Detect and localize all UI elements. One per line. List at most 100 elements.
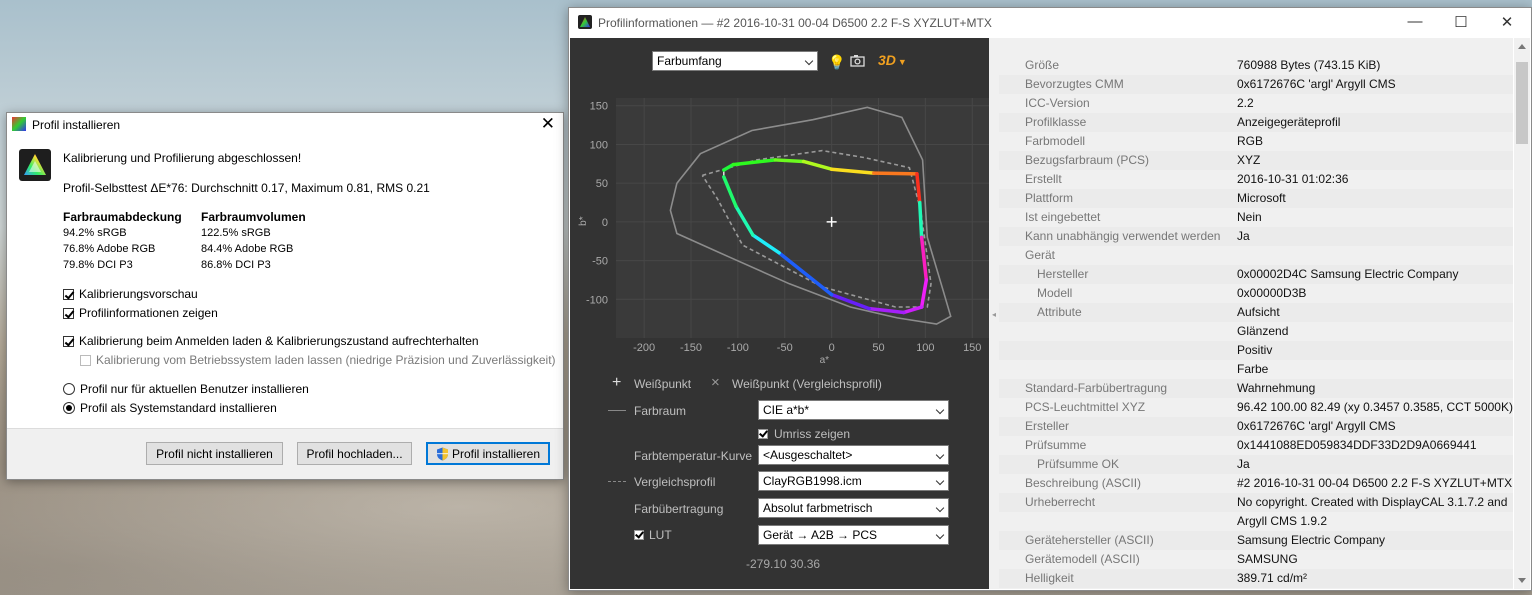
info-row: Größe 760988 Bytes (743.15 KiB) [999, 56, 1513, 75]
reference-profile-value: ClayRGB1998.icm [763, 474, 862, 488]
reference-profile-select[interactable]: ClayRGB1998.icm [758, 471, 949, 491]
chevron-down-icon [935, 530, 945, 540]
info-value: SAMSUNG [1237, 552, 1298, 566]
3d-view-icon[interactable]: 3D ▼ [878, 52, 907, 68]
checkbox-box[interactable] [63, 288, 74, 300]
whitepoint-ref-marker-icon: × [711, 374, 720, 391]
window-title: Profilinformationen — #2 2016-10-31 00-0… [598, 16, 992, 30]
info-key: Bevorzugtes CMM [1025, 77, 1124, 91]
cct-curve-select[interactable]: <Ausgeschaltet> [758, 445, 949, 465]
x-tick-label: -50 [777, 342, 793, 354]
camera-icon[interactable] [850, 54, 865, 70]
info-key: Gerätemodell (ASCII) [1025, 552, 1140, 566]
info-value: 2016-10-31 01:02:36 [1237, 172, 1349, 186]
gamut-edge-segment [773, 158, 806, 164]
info-scrollbar[interactable] [1514, 38, 1530, 589]
info-value: #2 2016-10-31 00-04 D6500 2.2 F-S XYZLUT… [1237, 476, 1513, 490]
close-icon[interactable]: ✕ [541, 115, 555, 133]
info-key: Plattform [1025, 191, 1074, 205]
info-value: 0x00002D4C Samsung Electric Company [1237, 267, 1459, 281]
y-tick-label: -50 [592, 256, 608, 268]
gamut-plot[interactable]: -200 -150 -100 -50 0 50 100 150 150 100 50 0 -50 -100… [570, 88, 989, 368]
chevron-down-icon [935, 450, 945, 460]
install-profile-button[interactable]: Profil installieren [426, 442, 550, 465]
displaycal-app-icon [578, 15, 592, 29]
install-profile-dialog: Profil installieren ✕ Kalibrierung und P… [6, 112, 564, 480]
scrollbar-thumb[interactable] [1516, 62, 1528, 144]
radio-install-system-default[interactable]: Profil als Systemstandard installieren [63, 401, 277, 415]
radio-circle[interactable] [63, 383, 75, 395]
minimize-icon[interactable]: — [1405, 13, 1425, 30]
radio-label: Profil nur für aktuellen Benutzer instal… [80, 382, 309, 396]
info-key: Attribute [1037, 305, 1082, 319]
completion-message: Kalibrierung und Profilierung abgeschlos… [63, 151, 302, 165]
checkbox-box[interactable] [758, 429, 768, 439]
checkbox-box[interactable] [634, 530, 644, 540]
info-value: 760988 Bytes (743.15 KiB) [1237, 58, 1381, 72]
x-tick-label: 0 [829, 342, 835, 354]
view-type-select[interactable]: Farbumfang [652, 51, 818, 71]
colorspace-value: CIE a*b* [763, 403, 810, 417]
scroll-down-icon[interactable] [1518, 578, 1526, 583]
colorspace-select[interactable]: CIE a*b* [758, 400, 949, 420]
scroll-up-icon[interactable] [1518, 44, 1526, 49]
lightbulb-icon[interactable]: 💡 [828, 54, 845, 71]
info-value: Samsung Electric Company [1237, 533, 1386, 547]
info-row: Ersteller 0x6172676C 'argl' Argyll CMS [999, 417, 1513, 436]
info-row: Bevorzugtes CMM 0x6172676C 'argl' Argyll … [999, 75, 1513, 94]
info-row: Kann unabhängig verwendet werden Ja [999, 227, 1513, 246]
volume-dcip3: 86.8% DCI P3 [201, 259, 271, 271]
profile-info-window: Profilinformationen — #2 2016-10-31 00-0… [568, 7, 1532, 591]
radio-circle[interactable] [63, 402, 75, 414]
info-key: Beschreibung (ASCII) [1025, 476, 1142, 490]
info-row: Argyll CMS 1.9.2 [999, 512, 1513, 531]
info-row: Helligkeit 389.71 cd/m² [999, 569, 1513, 588]
rendering-intent-select[interactable]: Absolut farbmetrisch [758, 498, 949, 518]
volume-srgb: 122.5% sRGB [201, 227, 271, 239]
info-row: Positiv [999, 341, 1513, 360]
checkbox-label: Umriss zeigen [774, 427, 851, 441]
legend-whitepoint: Weißpunkt [634, 377, 692, 391]
pane-splitter[interactable]: ◂ [989, 38, 999, 589]
info-value: 0x6172676C 'argl' Argyll CMS [1237, 77, 1396, 91]
setting-label-colorspace: Farbraum [634, 404, 687, 418]
info-key: Standard-Farbübertragung [1025, 381, 1168, 395]
checkbox-show-profile-info[interactable]: Profilinformationen zeigen [63, 306, 218, 320]
checkbox-lut[interactable]: LUT [634, 528, 672, 542]
info-value: Nein [1237, 210, 1262, 224]
info-key: Gerätehersteller (ASCII) [1025, 533, 1154, 547]
upload-profile-button[interactable]: Profil hochladen... [297, 442, 412, 465]
install-button-label: Profil installieren [451, 446, 541, 461]
window-titlebar: Profilinformationen — #2 2016-10-31 00-0… [569, 8, 1531, 38]
info-row: Urheberrecht No copyright. Created with D… [999, 493, 1513, 512]
info-value: 2.2 [1237, 96, 1254, 110]
info-key: Modell [1037, 286, 1073, 300]
dialog-title: Profil installieren [32, 118, 121, 132]
info-row: Gerätehersteller (ASCII) Samsung Electric… [999, 531, 1513, 550]
checkbox-calibration-preview[interactable]: Kalibrierungsvorschau [63, 287, 198, 301]
dialog-footer: Profil nicht installieren Profil hochlad… [7, 428, 563, 479]
info-key: Farbmodell [1025, 134, 1086, 148]
info-value: Wahrnehmung [1237, 381, 1316, 395]
chevron-down-icon [804, 56, 814, 66]
y-tick-label: -100 [586, 294, 608, 306]
close-icon[interactable]: ✕ [1497, 13, 1517, 31]
lut-direction-select[interactable]: Gerät → A2B → PCS [758, 525, 949, 545]
maximize-icon[interactable]: ☐ [1451, 13, 1471, 31]
checkbox-box[interactable] [63, 307, 74, 319]
checkbox-load-calibration-on-login[interactable]: Kalibrierung beim Anmelden laden & Kalib… [63, 334, 479, 348]
x-tick-label: -100 [727, 342, 749, 354]
info-row: Gerät [999, 246, 1513, 265]
info-row: Modell 0x00000D3B [999, 284, 1513, 303]
3d-label: 3D [878, 52, 896, 68]
legend-whitepoint-ref: Weißpunkt (Vergleichsprofil) [732, 377, 882, 391]
checkbox-box[interactable] [63, 335, 74, 347]
chevron-down-icon: ▼ [897, 57, 907, 67]
radio-label: Profil als Systemstandard installieren [80, 401, 277, 415]
dialog-titlebar: Profil installieren ✕ [7, 113, 563, 137]
coverage-adobe: 76.8% Adobe RGB [63, 243, 156, 255]
dont-install-button[interactable]: Profil nicht installieren [146, 442, 283, 465]
checkbox-show-outline[interactable]: Umriss zeigen [758, 427, 850, 441]
info-row: Gerätemodell (ASCII) SAMSUNG [999, 550, 1513, 569]
radio-install-current-user[interactable]: Profil nur für aktuellen Benutzer instal… [63, 382, 309, 396]
